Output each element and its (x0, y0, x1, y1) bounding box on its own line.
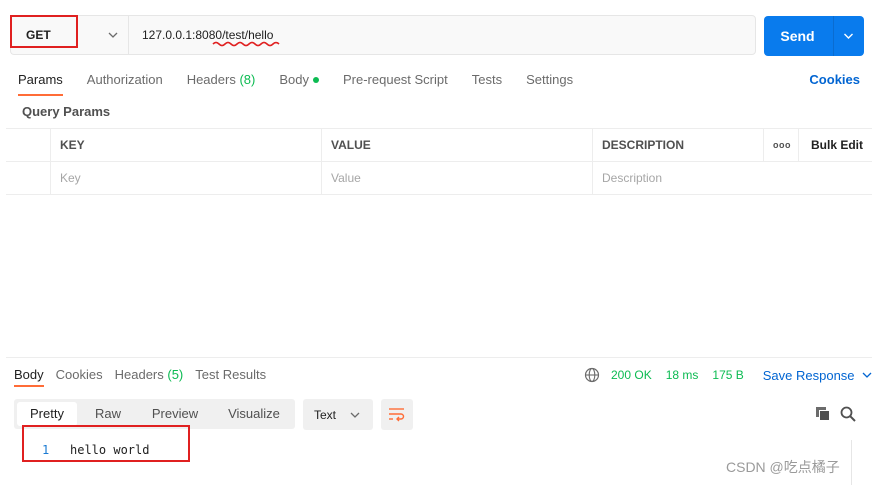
response-tab-body[interactable]: Body (14, 364, 44, 387)
tab-params[interactable]: Params (18, 66, 63, 96)
query-params-title: Query Params (22, 104, 111, 119)
request-tabs: Params Authorization Headers (8) Body Pr… (18, 66, 597, 96)
search-icon[interactable] (840, 406, 856, 422)
param-description-input[interactable]: Description (592, 162, 872, 194)
tab-headers-count: (8) (239, 72, 256, 87)
bulk-edit-button[interactable]: Bulk Edit (798, 129, 872, 161)
column-description: DESCRIPTION (592, 129, 763, 161)
more-options-button[interactable]: ooo (763, 129, 798, 161)
send-button[interactable]: Send (764, 16, 864, 56)
column-value: VALUE (321, 129, 592, 161)
response-size[interactable]: 175 B (712, 368, 743, 382)
globe-icon[interactable] (584, 367, 600, 383)
response-divider[interactable] (6, 357, 872, 358)
chevron-down-icon[interactable] (862, 370, 872, 380)
format-select[interactable]: Text (303, 399, 373, 430)
response-tab-headers-count: (5) (167, 367, 184, 382)
copy-icon[interactable] (815, 406, 831, 422)
response-tab-cookies[interactable]: Cookies (56, 364, 103, 386)
view-mode-raw[interactable]: Raw (84, 402, 132, 426)
status-code[interactable]: 200 OK (611, 368, 652, 382)
tab-body[interactable]: Body (279, 66, 319, 94)
column-key: KEY (50, 129, 321, 161)
query-params-table: KEY VALUE DESCRIPTION ooo Bulk Edit Key … (6, 128, 872, 195)
tab-settings[interactable]: Settings (526, 66, 573, 94)
wrap-lines-button[interactable] (381, 399, 413, 430)
response-tab-headers-label: Headers (114, 367, 164, 382)
tab-authorization[interactable]: Authorization (87, 66, 163, 94)
wrap-lines-icon (389, 408, 405, 422)
chevron-down-icon (350, 412, 360, 418)
response-time[interactable]: 18 ms (666, 368, 699, 382)
tab-headers[interactable]: Headers (8) (187, 66, 256, 94)
annotation-url-underline (212, 41, 280, 47)
tab-pre-request-script[interactable]: Pre-request Script (343, 66, 448, 94)
response-tabs: Body Cookies Headers (5) Test Results (14, 364, 278, 387)
tab-headers-label: Headers (186, 72, 236, 87)
response-meta: 200 OK 18 ms 175 B Save Response (584, 366, 872, 384)
annotation-response-box (22, 425, 190, 462)
view-mode-pretty[interactable]: Pretty (17, 402, 77, 426)
send-label: Send (780, 28, 815, 44)
response-tab-test-results[interactable]: Test Results (195, 364, 266, 386)
response-tab-headers[interactable]: Headers (5) (115, 364, 184, 386)
watermark: CSDN @吃点橘子 (726, 459, 840, 475)
param-value-input[interactable]: Value (321, 162, 592, 194)
cookies-link[interactable]: Cookies (809, 72, 860, 87)
send-options-chevron-icon[interactable] (843, 31, 854, 41)
view-mode-preview[interactable]: Preview (144, 402, 206, 426)
save-response-button[interactable]: Save Response (763, 368, 855, 383)
annotation-method-box (10, 15, 78, 48)
scrollbar[interactable] (851, 440, 860, 485)
param-key-input[interactable]: Key (50, 162, 321, 194)
body-indicator-dot (312, 77, 319, 83)
tab-body-label: Body (279, 72, 309, 87)
format-label: Text (314, 408, 337, 422)
send-divider (833, 16, 834, 56)
view-mode-visualize[interactable]: Visualize (219, 402, 289, 426)
table-row: Key Value Description (6, 162, 872, 195)
chevron-down-icon (108, 32, 118, 38)
url-input[interactable]: 127.0.0.1:8080/test/hello (128, 15, 756, 55)
tab-tests[interactable]: Tests (472, 66, 502, 94)
table-header-row: KEY VALUE DESCRIPTION ooo Bulk Edit (6, 129, 872, 162)
